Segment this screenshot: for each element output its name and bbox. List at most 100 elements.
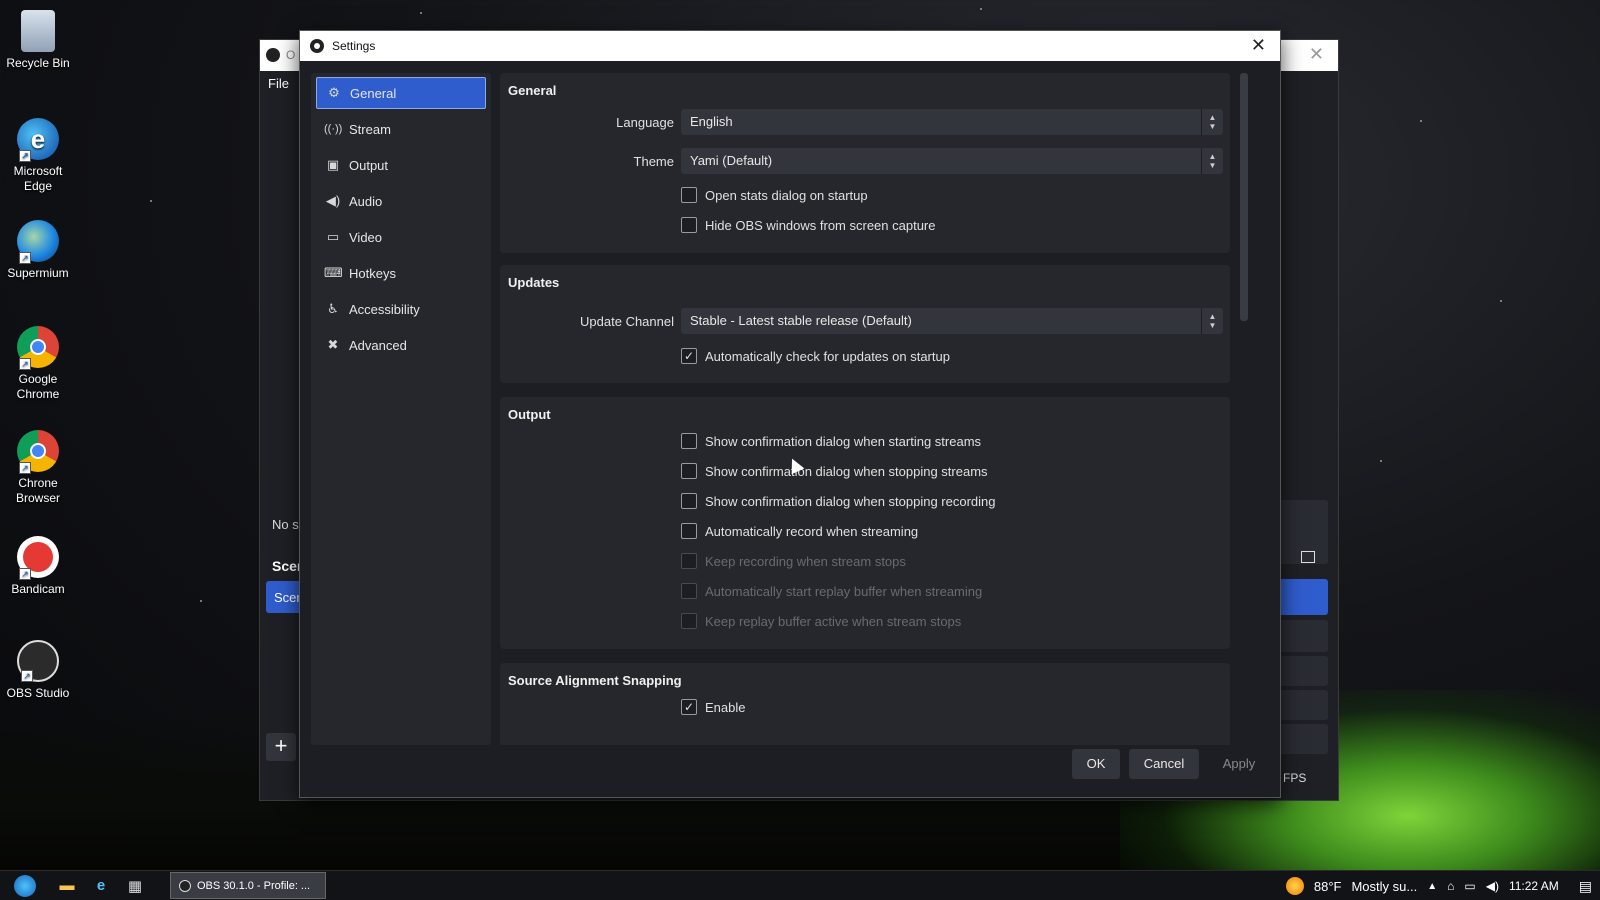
desktop-icon-label: Google Chrome [16,372,60,401]
group-general: General Language English ▲ ▼ Theme Yami (… [500,73,1230,253]
nav-item-audio[interactable]: ◀) Audio [316,185,486,217]
updown-arrows-icon: ▲ ▼ [1201,109,1223,135]
confirm-stop-recording-checkbox[interactable]: Show confirmation dialog when stopping r… [681,493,996,509]
system-tray: 88°F Mostly su... ▲ ⌂ ▭ ◀) 11:22 AM ▤ [1285,871,1592,900]
dock-undock-icon[interactable] [1301,551,1315,563]
nav-item-label: General [350,85,397,101]
chrome-icon: ↗ [17,326,59,370]
auto-check-updates-checkbox[interactable]: ✓ Automatically check for updates on sta… [681,348,950,364]
checkbox-box [681,217,697,233]
theme-value: Yami (Default) [690,153,773,168]
star [1380,460,1382,462]
taskbar-explorer[interactable]: ▬ [50,871,84,900]
checkbox-label: Hide OBS windows from screen capture [705,217,936,233]
apply-button: Apply [1222,756,1256,771]
nav-item-advanced[interactable]: ✖ Advanced [316,329,486,361]
keep-recording-checkbox: Keep recording when stream stops [681,553,906,569]
desktop-icon-label: Chrone Browser [15,476,60,505]
nav-item-output[interactable]: ▣ Output [316,149,486,181]
tray-chevron-up-icon[interactable]: ▲ [1427,881,1437,892]
ok-button[interactable]: OK [1072,749,1120,779]
group-snapping: Source Alignment Snapping ✓ Enable [500,663,1230,745]
checkbox-label: Show confirmation dialog when stopping s… [705,463,988,479]
desktop-icon-bandicam[interactable]: ↗ Bandicam [4,536,72,597]
nav-item-label: Advanced [349,337,407,353]
tools-icon: ✖ [327,337,339,352]
scrollbar-thumb[interactable] [1240,73,1248,321]
language-value: English [690,114,733,129]
checkbox-box [681,493,697,509]
network-icon[interactable]: ▭ [1464,879,1475,893]
star [1420,120,1422,122]
desktop-icon-supermium[interactable]: ↗ Supermium [4,220,72,281]
confirm-start-stream-checkbox[interactable]: Show confirmation dialog when starting s… [681,433,981,449]
group-snapping-title: Source Alignment Snapping [508,673,682,688]
content-scrollbar[interactable] [1239,73,1249,745]
open-stats-checkbox[interactable]: Open stats dialog on startup [681,187,868,203]
folder-icon: ▬ [59,877,75,894]
group-general-title: General [508,83,557,98]
antenna-icon: ((·)) [324,123,343,135]
nav-item-label: Stream [349,121,391,137]
star [1500,300,1502,302]
hide-obs-checkbox[interactable]: Hide OBS windows from screen capture [681,217,935,233]
group-output: Output Show confirmation dialog when sta… [500,397,1230,649]
settings-close-icon[interactable]: ✕ [1251,35,1266,56]
desktop-icon-obs-studio[interactable]: ↗ OBS Studio [4,640,72,701]
cancel-button[interactable]: Cancel [1129,749,1199,779]
theme-select[interactable]: Yami (Default) ▲ ▼ [681,148,1223,174]
keep-replay-buffer-checkbox: Keep replay buffer active when stream st… [681,613,961,629]
notification-icon[interactable]: ▤ [1579,878,1592,895]
taskbar-edge[interactable]: e [84,871,118,900]
star [150,200,152,202]
bandicam-icon: ↗ [17,536,59,580]
weather-temp[interactable]: 88°F [1314,879,1342,894]
shortcut-arrow-icon: ↗ [21,670,33,682]
weather-icon[interactable] [1285,877,1304,895]
output-icon: ▣ [326,157,340,172]
desktop-icon-edge[interactable]: e ↗ Microsoft Edge [4,118,72,194]
supermium-icon: ↗ [17,220,59,264]
add-scene-button[interactable]: + [266,733,296,761]
group-updates: Updates Update Channel Stable - Latest s… [500,265,1230,383]
auto-replay-buffer-checkbox: Automatically start replay buffer when s… [681,583,982,599]
desktop-icon-chrone-browser[interactable]: ↗ Chrone Browser [4,430,72,506]
nav-item-accessibility[interactable]: ♿ Accessibility [316,293,486,325]
tray-app-icon[interactable]: ⌂ [1447,879,1454,893]
update-channel-label: Update Channel [580,314,674,329]
obs-main-close-icon[interactable]: ✕ [1309,44,1324,65]
desktop-icon-label: Supermium [7,266,69,280]
checkbox-label: Open stats dialog on startup [705,187,868,203]
language-select[interactable]: English ▲ ▼ [681,109,1223,135]
update-channel-select[interactable]: Stable - Latest stable release (Default)… [681,308,1223,334]
desktop-icon-google-chrome[interactable]: ↗ Google Chrome [4,326,72,402]
nav-item-stream[interactable]: ((·)) Stream [316,113,486,145]
update-channel-value: Stable - Latest stable release (Default) [690,313,912,328]
nav-item-hotkeys[interactable]: ⌨ Hotkeys [316,257,486,289]
menu-file[interactable]: File [268,76,289,91]
start-button[interactable] [0,871,50,900]
desktop-icon-recycle-bin[interactable]: Recycle Bin [4,10,72,71]
taskbar-store[interactable]: ▦ [118,871,152,900]
nav-item-general[interactable]: ⚙ General [316,77,486,109]
checkbox-box [681,433,697,449]
shortcut-arrow-icon: ↗ [19,462,31,474]
gear-icon: ⚙ [328,85,340,100]
confirm-stop-stream-checkbox[interactable]: Show confirmation dialog when stopping s… [681,463,988,479]
auto-record-checkbox[interactable]: Automatically record when streaming [681,523,918,539]
checkbox-box [681,553,697,569]
theme-label: Theme [633,154,674,169]
settings-dialog: Settings ✕ ⚙ General ((·)) Stream ▣ Outp… [299,30,1281,798]
taskbar-obs-app[interactable]: OBS 30.1.0 - Profile: ... [170,872,326,899]
clock-time[interactable]: 11:22 AM [1509,879,1559,893]
updown-arrows-icon: ▲ ▼ [1201,148,1223,174]
obs-studio-icon: ↗ [17,640,59,682]
snapping-enable-checkbox[interactable]: ✓ Enable [681,699,745,715]
taskbar-app-label: OBS 30.1.0 - Profile: ... [197,879,311,892]
volume-icon[interactable]: ◀) [1486,879,1499,893]
scenes-dock-header: Scer [272,558,303,574]
nav-item-video[interactable]: ▭ Video [316,221,486,253]
weather-text[interactable]: Mostly su... [1351,879,1417,894]
nav-item-label: Output [349,157,389,173]
checkbox-box [681,613,697,629]
